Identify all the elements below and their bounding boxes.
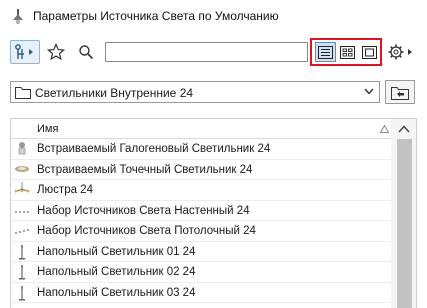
item-thumbnail-icon (14, 182, 30, 193)
folder-label: Светильники Внутренние 24 (35, 86, 194, 100)
item-thumbnail-icon (15, 165, 29, 172)
list-item-label: Напольный Светильник 02 24 (37, 266, 196, 278)
list-item-label: Напольный Светильник 03 24 (37, 286, 196, 299)
star-icon (47, 43, 65, 61)
list-header: Имя (11, 119, 391, 139)
item-thumbnail-icon (19, 244, 25, 259)
chevron-down-icon (364, 88, 374, 95)
search-icon (79, 45, 94, 60)
list-item[interactable]: Встраиваемый Точечный Светильник 24 (11, 160, 391, 180)
filter-button[interactable] (10, 40, 40, 64)
column-header-name[interactable]: Имя (37, 123, 58, 135)
list-item-label: Набор Источников Света Настенный 24 (37, 204, 250, 217)
item-thumbnail-icon (15, 210, 29, 213)
scroll-thumb[interactable] (397, 139, 412, 308)
folder-up-icon (391, 86, 409, 100)
item-thumbnail-icon (19, 285, 25, 300)
list-item[interactable]: Набор Источников Света Настенный 24 (11, 201, 391, 221)
item-thumbnail-icon (15, 229, 29, 234)
list-item[interactable]: Набор Источников Света Потолочный 24 (11, 221, 391, 242)
preview-view-button[interactable] (359, 42, 380, 62)
item-thumbnail-icon (18, 142, 26, 155)
vertical-scrollbar[interactable] (391, 119, 416, 308)
list-item[interactable]: Напольный Светильник 02 24 (11, 262, 391, 283)
list-item[interactable]: Напольный Светильник 03 24 (11, 283, 391, 303)
preview-view-icon (362, 45, 377, 59)
filter-dropdown-icon (15, 44, 33, 59)
library-list: Имя Встраиваемый Галогеновый Светильник … (10, 118, 417, 308)
list-item-label: Набор Источников Света Потолочный 24 (37, 225, 256, 237)
search-input[interactable] (105, 42, 308, 62)
item-thumbnail-icon (19, 265, 25, 280)
grid-view-icon (340, 45, 355, 59)
list-rows: Встраиваемый Галогеновый Светильник 24 Вс… (11, 139, 391, 303)
list-view-icon (318, 45, 333, 59)
list-view-button[interactable] (315, 42, 336, 62)
view-mode-group (310, 38, 382, 66)
list-item-label: Встраиваемый Точечный Светильник 24 (37, 163, 253, 176)
title-bar: Параметры Источника Света по Умолчанию (0, 0, 427, 32)
light-fixture-icon (13, 9, 23, 24)
window-title: Параметры Источника Света по Умолчанию (33, 9, 279, 23)
folder-up-button[interactable] (385, 80, 415, 104)
list-item-label: Встраиваемый Галогеновый Светильник 24 (37, 143, 271, 155)
settings-button[interactable] (385, 40, 417, 64)
list-item[interactable]: Люстра 24 (11, 180, 391, 201)
list-item[interactable]: Встраиваемый Галогеновый Светильник 24 (11, 139, 391, 160)
gear-icon (388, 44, 412, 60)
list-item-label: Люстра 24 (37, 184, 93, 196)
scroll-up-icon[interactable] (398, 125, 410, 133)
favorites-button[interactable] (44, 40, 68, 64)
search-button[interactable] (74, 40, 98, 64)
sort-triangle-icon[interactable] (380, 125, 389, 133)
folder-dropdown[interactable]: Светильники Внутренние 24 (10, 81, 380, 103)
list-item-label: Напольный Светильник 01 24 (37, 245, 196, 258)
list-item[interactable]: Напольный Светильник 01 24 (11, 242, 391, 262)
grid-view-button[interactable] (337, 42, 358, 62)
folder-icon (15, 87, 31, 99)
